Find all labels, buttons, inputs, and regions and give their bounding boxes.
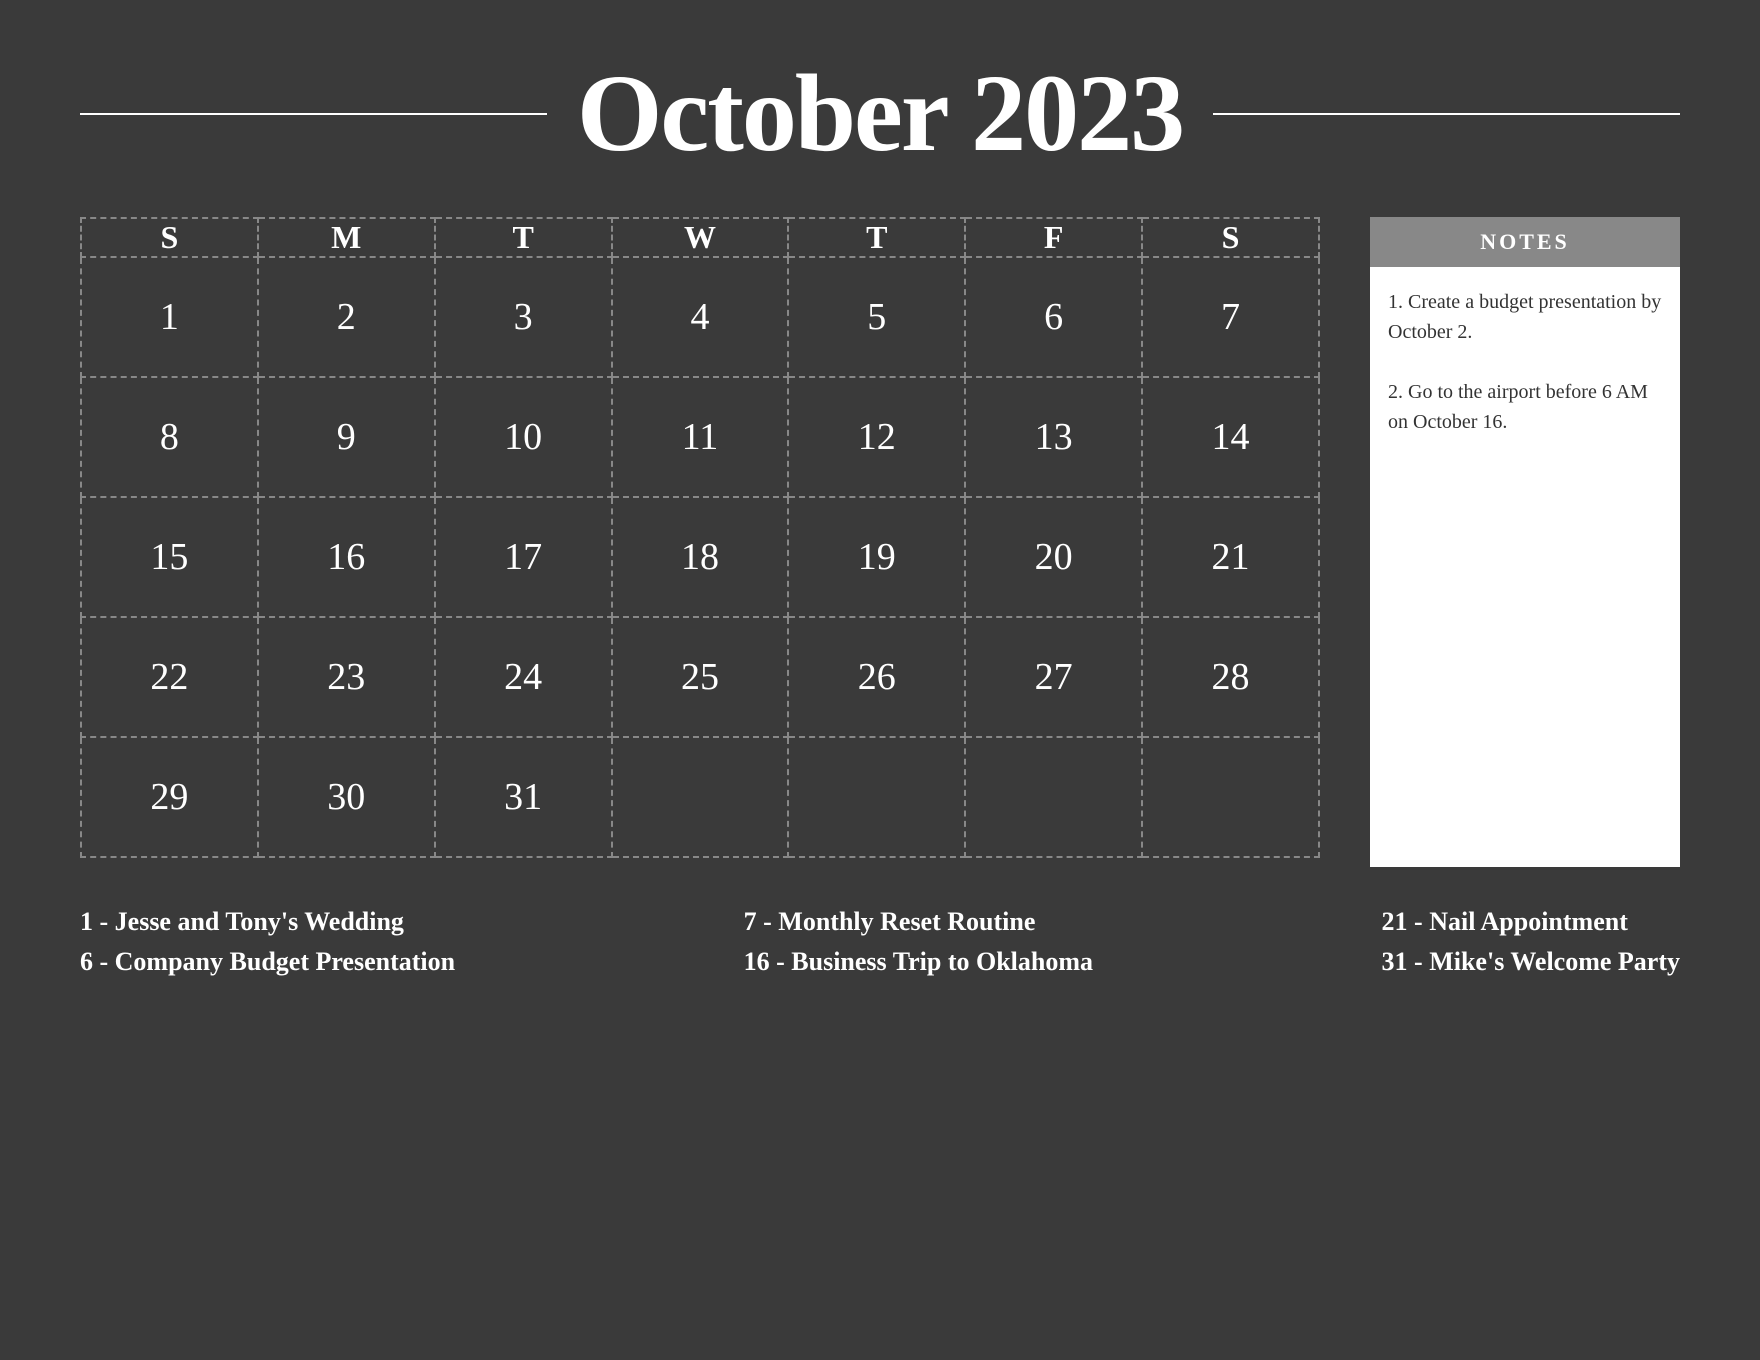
footer-events: 1 - Jesse and Tony's Wedding 6 - Company… xyxy=(0,887,1760,1007)
calendar-day-7: 7 xyxy=(1142,257,1319,377)
calendar-day-14: 14 xyxy=(1142,377,1319,497)
calendar-day-9: 9 xyxy=(258,377,435,497)
day-header-F: F xyxy=(965,218,1142,257)
calendar-day-8: 8 xyxy=(81,377,258,497)
calendar-day-25: 25 xyxy=(612,617,789,737)
header-line-left xyxy=(80,113,547,115)
calendar-day-27: 27 xyxy=(965,617,1142,737)
day-header-S: S xyxy=(81,218,258,257)
calendar-day-12: 12 xyxy=(788,377,965,497)
event-item-2-2: 16 - Business Trip to Oklahoma xyxy=(744,947,1093,977)
calendar-day-6: 6 xyxy=(965,257,1142,377)
calendar-week-4: 22232425262728 xyxy=(81,617,1319,737)
calendar-day-11: 11 xyxy=(612,377,789,497)
day-headers-row: SMTWTFS xyxy=(81,218,1319,257)
calendar-day-24: 24 xyxy=(435,617,612,737)
calendar-day-31: 31 xyxy=(435,737,612,857)
calendar-day-28: 28 xyxy=(1142,617,1319,737)
note-item-2: 2. Go to the airport before 6 AM on Octo… xyxy=(1388,377,1662,437)
calendar-day-4: 4 xyxy=(612,257,789,377)
event-item-2-1: 7 - Monthly Reset Routine xyxy=(744,907,1093,937)
day-header-W: W xyxy=(612,218,789,257)
note-item-1: 1. Create a budget presentation by Octob… xyxy=(1388,287,1662,347)
header-line-right xyxy=(1213,113,1680,115)
calendar-week-3: 15161718192021 xyxy=(81,497,1319,617)
calendar-day-26: 26 xyxy=(788,617,965,737)
calendar-week-5: 293031 xyxy=(81,737,1319,857)
calendar-day-1: 1 xyxy=(81,257,258,377)
calendar-week-1: 1234567 xyxy=(81,257,1319,377)
calendar-day-empty-4-5 xyxy=(965,737,1142,857)
calendar-day-empty-4-6 xyxy=(1142,737,1319,857)
calendar-day-2: 2 xyxy=(258,257,435,377)
event-column-1: 1 - Jesse and Tony's Wedding 6 - Company… xyxy=(80,907,455,977)
calendar-day-22: 22 xyxy=(81,617,258,737)
page-title: October 2023 xyxy=(577,50,1183,177)
calendar-day-10: 10 xyxy=(435,377,612,497)
event-item-1-2: 6 - Company Budget Presentation xyxy=(80,947,455,977)
day-header-M: M xyxy=(258,218,435,257)
event-column-2: 7 - Monthly Reset Routine 16 - Business … xyxy=(744,907,1093,977)
calendar-day-23: 23 xyxy=(258,617,435,737)
calendar-day-16: 16 xyxy=(258,497,435,617)
main-content: SMTWTFS 12345678910111213141516171819202… xyxy=(0,197,1760,887)
event-item-3-2: 31 - Mike's Welcome Party xyxy=(1382,947,1680,977)
calendar-day-30: 30 xyxy=(258,737,435,857)
calendar-day-19: 19 xyxy=(788,497,965,617)
calendar-day-empty-4-3 xyxy=(612,737,789,857)
page-header: October 2023 xyxy=(0,0,1760,197)
calendar-day-5: 5 xyxy=(788,257,965,377)
calendar-day-17: 17 xyxy=(435,497,612,617)
calendar-day-29: 29 xyxy=(81,737,258,857)
calendar-day-13: 13 xyxy=(965,377,1142,497)
calendar-container: SMTWTFS 12345678910111213141516171819202… xyxy=(80,217,1320,858)
event-item-3-1: 21 - Nail Appointment xyxy=(1382,907,1680,937)
calendar-week-2: 891011121314 xyxy=(81,377,1319,497)
calendar-grid: SMTWTFS 12345678910111213141516171819202… xyxy=(80,217,1320,858)
calendar-day-21: 21 xyxy=(1142,497,1319,617)
calendar-day-15: 15 xyxy=(81,497,258,617)
calendar-day-empty-4-4 xyxy=(788,737,965,857)
day-header-T: T xyxy=(788,218,965,257)
day-header-T: T xyxy=(435,218,612,257)
notes-header: NOTES xyxy=(1370,217,1680,267)
notes-body: 1. Create a budget presentation by Octob… xyxy=(1370,267,1680,867)
event-item-1-1: 1 - Jesse and Tony's Wedding xyxy=(80,907,455,937)
calendar-day-3: 3 xyxy=(435,257,612,377)
calendar-day-18: 18 xyxy=(612,497,789,617)
event-column-3: 21 - Nail Appointment 31 - Mike's Welcom… xyxy=(1382,907,1680,977)
calendar-body: 1234567891011121314151617181920212223242… xyxy=(81,257,1319,857)
day-header-S: S xyxy=(1142,218,1319,257)
notes-panel: NOTES 1. Create a budget presentation by… xyxy=(1370,217,1680,867)
calendar-day-20: 20 xyxy=(965,497,1142,617)
